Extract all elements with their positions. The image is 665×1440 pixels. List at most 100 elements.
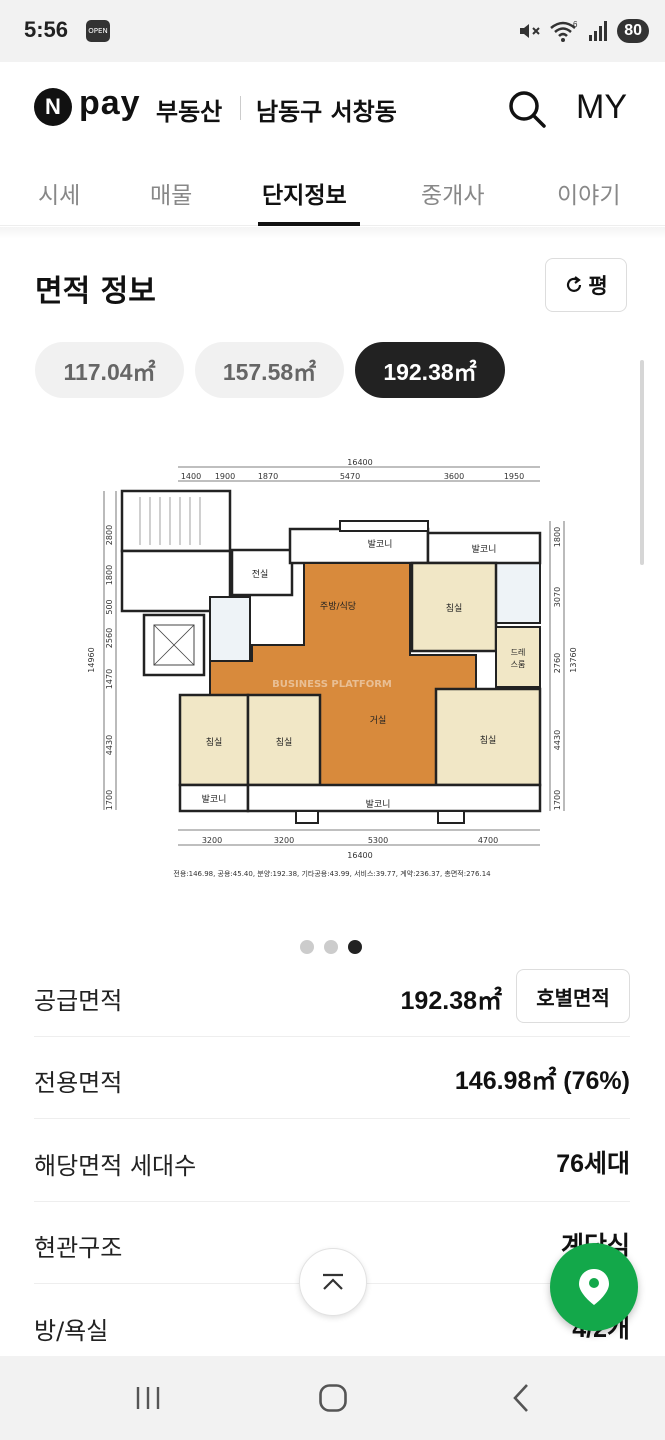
dim-left-6: 1700 <box>105 790 114 810</box>
room-balcony-4: 발코니 <box>366 799 391 810</box>
info-row-supply-area: 공급면적 192.38㎡ 호별면적 <box>34 955 630 1037</box>
room-bedroom-2: 침실 <box>480 735 497 746</box>
service-name[interactable]: 부동산 <box>156 92 222 127</box>
info-row-exclusive-area: 전용면적 146.98㎡ (76%) <box>34 1037 630 1119</box>
info-label: 현관구조 <box>34 1234 123 1262</box>
info-row-household-count: 해당면적 세대수 76세대 <box>34 1120 630 1202</box>
signal-icon <box>589 21 608 41</box>
dim-left-5: 4430 <box>105 735 114 755</box>
tab-complex-info[interactable]: 단지정보 <box>262 176 347 210</box>
floorplan-caption: 전용:146.98, 공용:45.40, 분양:192.38, 기타공용:43.… <box>173 869 491 878</box>
recent-apps-button[interactable] <box>123 1376 173 1420</box>
room-bedroom-4: 침실 <box>276 737 293 748</box>
room-living: 거실 <box>370 715 387 726</box>
map-button[interactable] <box>550 1243 638 1331</box>
dim-bottom-1: 3200 <box>274 836 294 845</box>
dim-left-total: 14960 <box>87 647 96 672</box>
area-chip-157[interactable]: 157.58㎡ <box>195 342 344 398</box>
refresh-icon <box>567 276 582 292</box>
naver-logo-icon[interactable]: N <box>34 88 72 126</box>
tab-agents[interactable]: 중개사 <box>421 176 484 210</box>
dim-left-0: 2800 <box>105 525 114 545</box>
tab-stories[interactable]: 이야기 <box>557 176 620 210</box>
tab-listings[interactable]: 매물 <box>150 176 192 210</box>
my-button[interactable]: MY <box>576 88 627 127</box>
app-notification-icon: OPEN <box>86 20 110 42</box>
room-balcony-3: 발코니 <box>202 794 227 805</box>
wifi-icon: 6 <box>550 20 578 42</box>
mute-icon <box>520 24 540 38</box>
dim-bottom-0: 3200 <box>202 836 222 845</box>
dim-top-3: 5470 <box>340 472 360 481</box>
info-label: 전용면적 <box>34 1069 123 1097</box>
dim-top-2: 1870 <box>258 472 278 481</box>
dim-right-2: 2760 <box>553 653 562 673</box>
info-label: 공급면적 <box>34 987 123 1015</box>
dim-left-3: 2560 <box>105 628 114 648</box>
unit-toggle-button[interactable]: 평 <box>545 258 627 312</box>
status-icons: 6 80 <box>517 18 649 44</box>
wifi-label: 6 <box>573 20 578 29</box>
dim-top-total: 16400 <box>347 458 372 467</box>
dim-top-0: 1400 <box>181 472 201 481</box>
page-title[interactable]: 남동구 서창동 <box>256 92 397 127</box>
unit-area-button[interactable]: 호별면적 <box>516 969 630 1023</box>
floor-plan-image[interactable]: 16400 1400 1900 1870 5470 3600 1950 1496… <box>82 455 582 885</box>
carousel-dot-2[interactable] <box>324 940 338 954</box>
dim-right-4: 1700 <box>553 790 562 810</box>
recent-apps-icon <box>136 1387 160 1409</box>
dim-top-4: 3600 <box>444 472 464 481</box>
unit-toggle-label: 평 <box>588 274 608 298</box>
carousel-dots <box>300 940 362 954</box>
tab-active-indicator <box>258 222 360 226</box>
room-dress-1: 드레 <box>511 648 526 657</box>
room-kitchen: 주방/식당 <box>320 601 356 612</box>
dim-right-total: 13760 <box>569 647 578 672</box>
room-dress-2: 스룸 <box>511 660 526 669</box>
area-chip-117[interactable]: 117.04㎡ <box>35 342 184 398</box>
info-value: 192.38㎡ <box>400 987 502 1015</box>
dim-right-1: 3070 <box>553 587 562 607</box>
carousel-dot-3[interactable] <box>348 940 362 954</box>
info-label: 방/욕실 <box>34 1317 109 1345</box>
dim-top-1: 1900 <box>215 472 235 481</box>
chevron-up-icon <box>323 1273 343 1290</box>
pay-logo[interactable]: pay <box>79 84 141 123</box>
dim-right-0: 1800 <box>553 527 562 547</box>
room-bedroom-1: 침실 <box>446 603 463 614</box>
dim-bottom-total: 16400 <box>347 851 372 860</box>
info-value: 76세대 <box>556 1150 630 1178</box>
search-button[interactable] <box>506 88 548 130</box>
back-button[interactable] <box>496 1376 546 1420</box>
dim-right-3: 4430 <box>553 730 562 750</box>
scroll-to-top-button[interactable] <box>299 1248 367 1316</box>
header-divider <box>240 96 241 120</box>
location-pin-icon <box>579 1269 609 1305</box>
dim-left-4: 1470 <box>105 669 114 689</box>
dim-left-2: 500 <box>105 599 114 614</box>
system-navigation-bar <box>0 1356 665 1440</box>
room-bedroom-3: 침실 <box>206 737 223 748</box>
area-chip-192[interactable]: 192.38㎡ <box>355 342 505 398</box>
scrollbar[interactable] <box>640 360 644 565</box>
info-value: 146.98㎡ (76%) <box>454 1067 630 1095</box>
room-front: 전실 <box>252 569 269 580</box>
back-icon <box>513 1384 528 1412</box>
search-icon <box>509 91 546 128</box>
battery-indicator: 80 <box>617 19 649 43</box>
floorplan-watermark: BUSINESS PLATFORM <box>272 679 392 690</box>
status-bar: 5:56 OPEN 6 80 <box>0 0 665 62</box>
home-icon <box>319 1384 347 1412</box>
carousel-dot-1[interactable] <box>300 940 314 954</box>
room-balcony-1: 발코니 <box>368 539 393 550</box>
dim-left-1: 1800 <box>105 565 114 585</box>
tab-price[interactable]: 시세 <box>38 176 80 210</box>
app-header: N pay 부동산 남동구 서창동 MY <box>0 62 665 154</box>
home-button[interactable] <box>308 1376 358 1420</box>
dim-top-5: 1950 <box>504 472 524 481</box>
tab-bar: 시세 매물 단지정보 중개사 이야기 <box>0 154 665 226</box>
dim-bottom-2: 5300 <box>368 836 388 845</box>
section-divider <box>0 227 665 239</box>
status-time: 5:56 <box>24 17 69 42</box>
room-balcony-2: 발코니 <box>472 544 497 555</box>
